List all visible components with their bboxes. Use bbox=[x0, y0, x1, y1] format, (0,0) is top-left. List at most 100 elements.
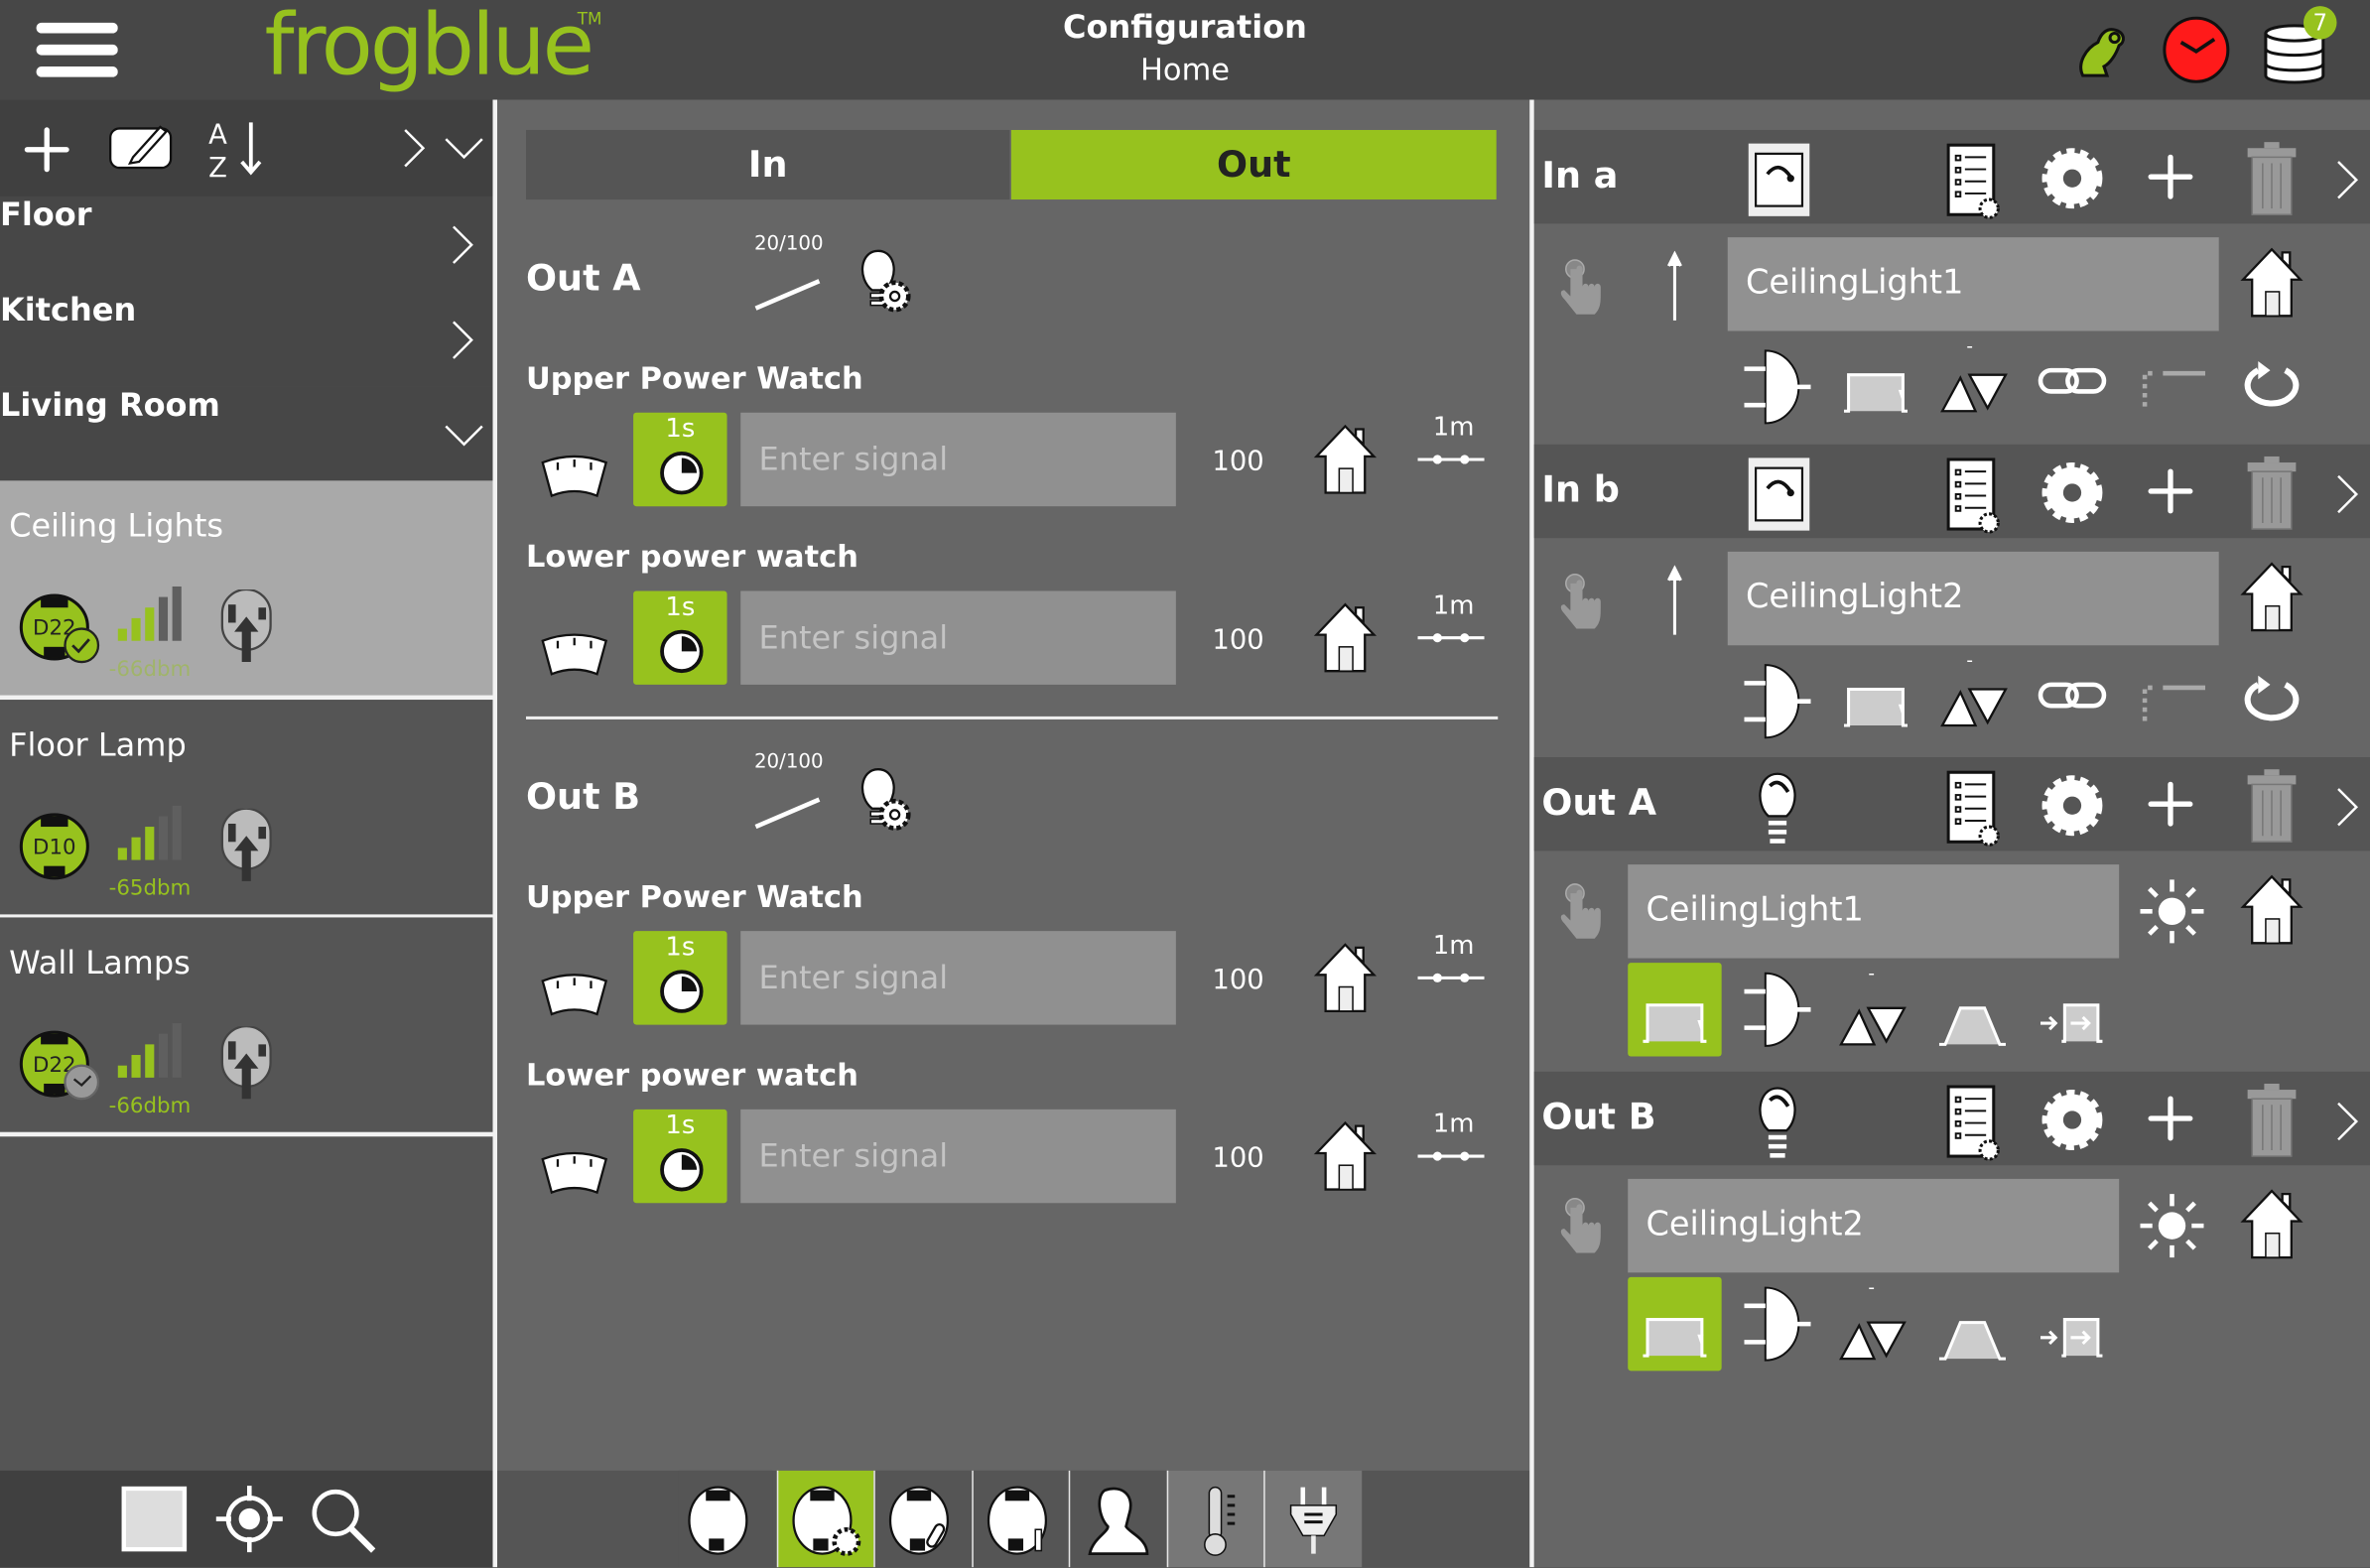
device-item[interactable]: Ceiling Lights D22 -66dbm bbox=[0, 480, 493, 701]
search-icon[interactable] bbox=[309, 1486, 378, 1555]
chevron-right-icon[interactable] bbox=[2332, 784, 2362, 830]
up-down-icon[interactable] bbox=[1939, 369, 2009, 415]
settings-gear-icon[interactable] bbox=[2039, 139, 2105, 217]
home-icon[interactable] bbox=[2240, 560, 2304, 632]
input-output-icon[interactable] bbox=[2038, 1313, 2107, 1359]
settings-gear-icon[interactable] bbox=[2039, 1080, 2105, 1158]
plus-icon[interactable] bbox=[24, 127, 69, 173]
repeat-icon[interactable] bbox=[2237, 675, 2306, 723]
logic-gate-icon[interactable] bbox=[1741, 1284, 1811, 1363]
home-icon[interactable] bbox=[1313, 1120, 1378, 1193]
add-icon[interactable] bbox=[2148, 781, 2193, 827]
up-down-icon[interactable] bbox=[1939, 683, 2009, 728]
trash-icon[interactable] bbox=[2246, 766, 2298, 845]
up-down-icon[interactable] bbox=[1838, 1316, 1908, 1362]
bottom-tab-module-link[interactable] bbox=[873, 1470, 973, 1568]
sort-az-icon[interactable]: AZ bbox=[205, 115, 266, 182]
bulb-icon[interactable] bbox=[1755, 768, 1800, 847]
pulse-icon[interactable] bbox=[1841, 369, 1910, 415]
pulse-icon[interactable] bbox=[1841, 683, 1910, 728]
chevron-right-icon[interactable] bbox=[448, 222, 477, 268]
name-field[interactable]: CeilingLight2 bbox=[1628, 1178, 2120, 1272]
bottom-tab-user[interactable] bbox=[1068, 1470, 1167, 1568]
link-icon[interactable] bbox=[2038, 364, 2107, 398]
name-field[interactable]: CeilingLight2 bbox=[1727, 551, 2219, 645]
signal-input[interactable]: Enter signal bbox=[740, 1109, 1176, 1204]
logic-gate-icon[interactable] bbox=[1741, 971, 1811, 1049]
trash-icon[interactable] bbox=[2246, 139, 2298, 217]
delay-button[interactable]: 1s bbox=[633, 412, 727, 507]
dimmer-curve-icon[interactable] bbox=[752, 278, 822, 312]
up-down-icon[interactable] bbox=[1838, 1002, 1908, 1048]
switch-icon[interactable] bbox=[1746, 456, 1812, 531]
trash-icon[interactable] bbox=[2246, 1080, 2298, 1158]
dimmer-curve-icon[interactable] bbox=[752, 797, 822, 831]
locate-icon[interactable] bbox=[214, 1485, 284, 1554]
name-field[interactable]: CeilingLight1 bbox=[1628, 864, 2120, 959]
chevron-right-icon[interactable] bbox=[2332, 1098, 2362, 1143]
chevron-right-icon[interactable] bbox=[399, 125, 429, 171]
home-icon[interactable] bbox=[2240, 1187, 2304, 1259]
home-icon[interactable] bbox=[1313, 423, 1378, 495]
device-item[interactable]: Floor Lamp D10 -65dbm bbox=[0, 699, 493, 919]
add-icon[interactable] bbox=[2148, 1095, 2193, 1140]
interval-slider-icon[interactable] bbox=[1416, 971, 1486, 985]
repeat-icon[interactable] bbox=[2237, 360, 2306, 410]
chevron-down-icon[interactable] bbox=[442, 133, 487, 163]
bulb-settings-icon[interactable] bbox=[854, 766, 914, 833]
sidebar-item-floor[interactable]: Floor bbox=[0, 196, 493, 292]
name-field[interactable]: CeilingLight1 bbox=[1727, 237, 2219, 331]
settings-gear-icon[interactable] bbox=[2039, 766, 2105, 845]
pulse-mode-button[interactable] bbox=[1628, 1276, 1722, 1371]
square-icon[interactable] bbox=[121, 1486, 188, 1552]
signal-input[interactable]: Enter signal bbox=[740, 931, 1176, 1025]
bottom-tab-module-settings[interactable] bbox=[776, 1470, 875, 1568]
ramp-icon[interactable] bbox=[1937, 1002, 2007, 1048]
add-icon[interactable] bbox=[2148, 154, 2193, 199]
delay-line-icon[interactable] bbox=[2139, 364, 2208, 410]
list-settings-icon[interactable] bbox=[1946, 769, 2002, 848]
touch-hand-icon[interactable] bbox=[1558, 257, 1604, 318]
bottom-tab-plug[interactable] bbox=[1263, 1470, 1363, 1568]
bottom-tab-module[interactable] bbox=[678, 1470, 773, 1568]
home-icon[interactable] bbox=[2240, 873, 2304, 946]
frog-icon[interactable] bbox=[2070, 21, 2134, 81]
logic-gate-icon[interactable] bbox=[1741, 661, 1811, 739]
home-icon[interactable] bbox=[2240, 246, 2304, 319]
hamburger-menu-icon[interactable] bbox=[36, 21, 118, 78]
chevron-right-icon[interactable] bbox=[2332, 157, 2362, 202]
switch-icon[interactable] bbox=[1746, 142, 1812, 217]
chevron-right-icon[interactable] bbox=[2332, 470, 2362, 516]
input-output-icon[interactable] bbox=[2038, 999, 2107, 1045]
sidebar-item-kitchen[interactable]: Kitchen bbox=[0, 291, 493, 387]
ramp-icon[interactable] bbox=[1937, 1316, 2007, 1362]
touch-hand-icon[interactable] bbox=[1558, 1195, 1604, 1255]
chevron-right-icon[interactable] bbox=[448, 318, 477, 363]
chevron-down-icon[interactable] bbox=[442, 420, 487, 450]
interval-slider-icon[interactable] bbox=[1416, 1148, 1486, 1163]
logic-gate-icon[interactable] bbox=[1741, 347, 1811, 426]
brightness-icon[interactable] bbox=[2139, 878, 2205, 945]
list-settings-icon[interactable] bbox=[1946, 142, 2002, 220]
list-settings-icon[interactable] bbox=[1946, 456, 2002, 534]
touch-hand-icon[interactable] bbox=[1558, 881, 1604, 942]
link-icon[interactable] bbox=[2038, 678, 2107, 712]
delay-line-icon[interactable] bbox=[2139, 678, 2208, 723]
bottom-tab-thermometer[interactable] bbox=[1165, 1470, 1264, 1568]
touch-hand-icon[interactable] bbox=[1558, 571, 1604, 631]
list-settings-icon[interactable] bbox=[1946, 1083, 2002, 1161]
edit-icon[interactable] bbox=[109, 121, 176, 170]
device-item[interactable]: Wall Lamps D22 -66dbm bbox=[0, 917, 493, 1137]
interval-slider-icon[interactable] bbox=[1416, 452, 1486, 466]
brightness-icon[interactable] bbox=[2139, 1192, 2205, 1258]
pulse-mode-button[interactable] bbox=[1628, 963, 1722, 1057]
trash-icon[interactable] bbox=[2246, 453, 2298, 531]
red-clock-icon[interactable] bbox=[2162, 15, 2231, 84]
bulb-settings-icon[interactable] bbox=[854, 248, 914, 315]
settings-gear-icon[interactable] bbox=[2039, 453, 2105, 531]
delay-button[interactable]: 1s bbox=[633, 931, 727, 1025]
home-icon[interactable] bbox=[1313, 942, 1378, 1014]
signal-input[interactable]: Enter signal bbox=[740, 412, 1176, 507]
delay-button[interactable]: 1s bbox=[633, 1109, 727, 1204]
bulb-icon[interactable] bbox=[1755, 1082, 1800, 1160]
